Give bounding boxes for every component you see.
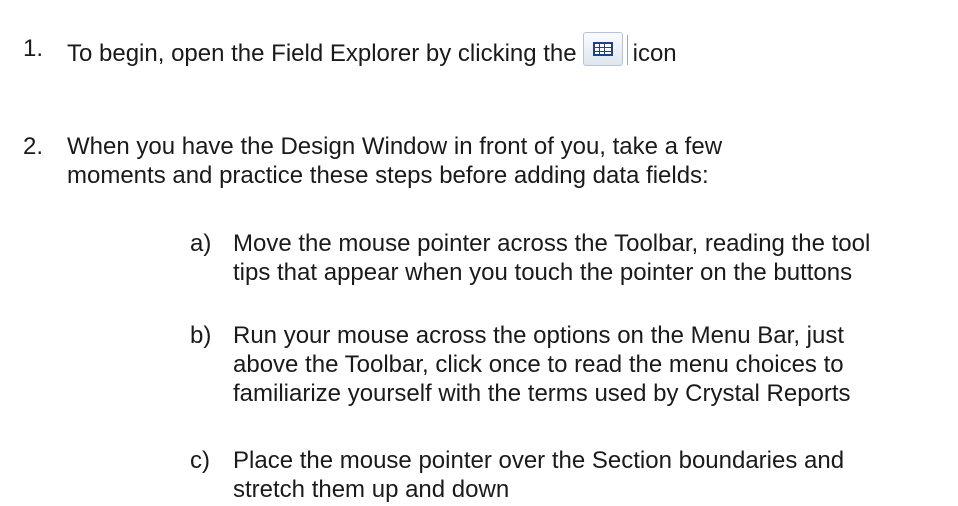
- substep-a-letter: a): [190, 230, 212, 257]
- step-1: 1. To begin, open the Field Explorer by …: [23, 32, 677, 68]
- step-1-number: 1.: [23, 35, 44, 62]
- step-1-body: To begin, open the Field Explorer by cli…: [67, 32, 677, 68]
- substep-c: c) Place the mouse pointer over the Sect…: [190, 446, 844, 504]
- step-2-number: 2.: [23, 133, 44, 160]
- substep-b-line: familiarize yourself with the terms used…: [233, 380, 851, 407]
- field-explorer-icon: [582, 32, 628, 66]
- substep-c-letter: c): [190, 447, 210, 474]
- substep-b-line: above the Toolbar, click once to read th…: [233, 351, 844, 378]
- step-2-line: When you have the Design Window in front…: [67, 133, 723, 160]
- table-grid-icon: [592, 42, 613, 56]
- substep-b: b) Run your mouse across the options on …: [190, 321, 851, 408]
- substep-a-body: Move the mouse pointer across the Toolba…: [233, 229, 870, 287]
- step-1-text: To begin, open the Field Explorer by cli…: [67, 40, 577, 67]
- substep-c-body: Place the mouse pointer over the Section…: [233, 446, 844, 504]
- substep-c-line: Place the mouse pointer over the Section…: [233, 447, 845, 474]
- substep-b-line: Run your mouse across the options on the…: [233, 322, 845, 349]
- substep-b-letter: b): [190, 322, 212, 349]
- substep-a-line: tips that appear when you touch the poin…: [233, 259, 853, 286]
- step-2: 2. When you have the Design Window in fr…: [23, 132, 722, 190]
- substep-c-line: stretch them up and down: [233, 476, 510, 503]
- step-2-line: moments and practice these steps before …: [67, 162, 709, 189]
- step-2-body: When you have the Design Window in front…: [67, 132, 722, 190]
- substep-b-body: Run your mouse across the options on the…: [233, 321, 851, 408]
- field-explorer-button: [582, 32, 628, 66]
- substep-a: a) Move the mouse pointer across the Too…: [190, 229, 870, 287]
- step-1-text-after-icon: icon: [632, 40, 677, 67]
- instruction-document: 1. To begin, open the Field Explorer by …: [0, 0, 958, 506]
- substep-a-line: Move the mouse pointer across the Toolba…: [233, 230, 871, 257]
